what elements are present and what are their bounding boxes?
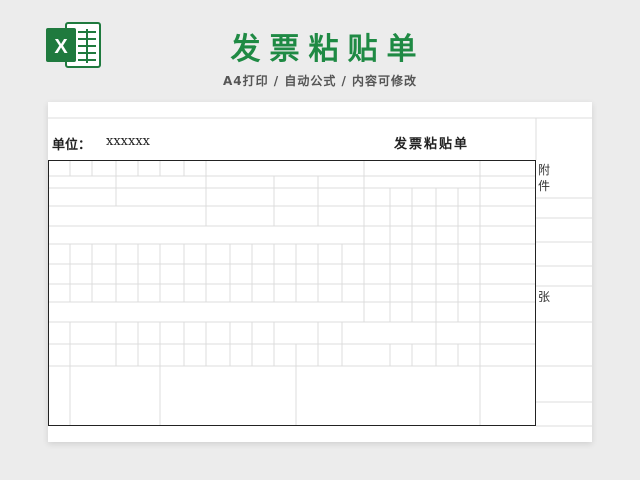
page-title: 发票粘贴单 — [230, 32, 426, 67]
invoice-sheet: 单位： xxxxxx 发票粘贴单 附 件 张 — [48, 102, 592, 442]
page-subtitle: A4打印 / 自动公式 / 内容可修改 — [222, 74, 418, 88]
sheet-count-label: 张 — [538, 290, 551, 304]
sheet-grid — [48, 117, 592, 427]
attachment-label-2: 件 — [538, 179, 551, 193]
org-value: xxxxxx — [106, 134, 150, 149]
org-label: 单位： — [52, 138, 92, 153]
sheet-form-title: 发票粘贴单 — [394, 137, 470, 152]
attachment-label-1: 附 — [538, 163, 551, 177]
